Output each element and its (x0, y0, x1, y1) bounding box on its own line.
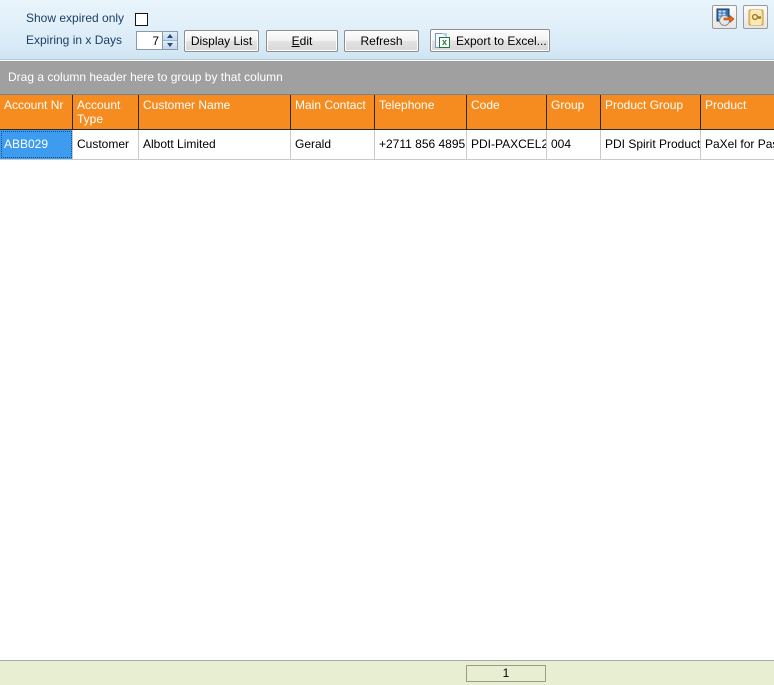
grid-cell[interactable]: PaXel for Paste (701, 130, 774, 159)
stepper-buttons[interactable] (162, 32, 177, 49)
grid-cell[interactable]: Customer (73, 130, 139, 159)
stepper-down-icon[interactable] (163, 40, 177, 49)
edit-label-rest: dit (299, 34, 313, 48)
group-by-hint-text: Drag a column header here to group by th… (8, 70, 283, 84)
grid-header-row: Account Nr Account Type Customer Name Main … (0, 95, 774, 130)
edit-button[interactable]: Edit (266, 30, 338, 52)
data-grid: Account Nr Account Type Customer Name Main … (0, 95, 774, 660)
grid-footer: 1 (0, 660, 774, 685)
folder-key-button[interactable] (743, 5, 768, 29)
excel-icon: x (435, 32, 451, 49)
grid-cell[interactable]: Gerald (291, 130, 375, 159)
grid-cell[interactable]: PDI-PAXCEL200 (467, 130, 547, 159)
refresh-button[interactable]: Refresh (344, 30, 419, 52)
grid-column-header[interactable]: Product (701, 95, 774, 129)
grid-body: ABB029 Customer Albott Limited Gerald +2711 … (0, 130, 774, 160)
grid-column-header[interactable]: Telephone (375, 95, 467, 129)
expiring-in-days-label: Expiring in x Days (26, 33, 123, 47)
grid-cell[interactable]: +2711 856 4895 (375, 130, 467, 159)
grid-column-header[interactable]: Main Contact (291, 95, 375, 129)
display-list-button-label: Display List (190, 34, 253, 48)
grid-column-header[interactable]: Group (547, 95, 601, 129)
refresh-button-label: Refresh (360, 34, 403, 48)
excel-badge-label: x (439, 36, 450, 48)
show-expired-only-label: Show expired only (26, 11, 125, 25)
edit-accel-char: E (291, 34, 300, 48)
grid-arrow-icon (716, 8, 735, 26)
edit-button-label: Edit (292, 34, 313, 48)
group-by-panel[interactable]: Drag a column header here to group by th… (0, 61, 774, 95)
grid-cell[interactable]: Albott Limited (139, 130, 291, 159)
grid-export-button[interactable] (712, 5, 737, 29)
expiring-days-value[interactable]: 7 (137, 32, 162, 49)
grid-column-header[interactable]: Customer Name (139, 95, 291, 129)
grid-column-header[interactable]: Account Nr (0, 95, 73, 129)
show-expired-only-checkbox[interactable] (135, 13, 148, 26)
display-list-button[interactable]: Display List (184, 30, 259, 52)
grid-column-header[interactable]: Code (467, 95, 547, 129)
expiring-days-stepper[interactable]: 7 (136, 31, 178, 50)
filter-toolbar: Show expired only Expiring in x Days 7 D… (0, 0, 774, 60)
export-to-excel-button[interactable]: x Export to Excel... (430, 29, 550, 52)
export-to-excel-button-label: Export to Excel... (456, 33, 547, 48)
table-row[interactable]: ABB029 Customer Albott Limited Gerald +2711 … (0, 130, 774, 160)
pager-page-button[interactable]: 1 (466, 665, 546, 682)
grid-column-header[interactable]: Product Group (601, 95, 701, 129)
grid-cell[interactable]: 004 (547, 130, 601, 159)
stepper-up-icon[interactable] (163, 32, 177, 41)
folder-key-icon (748, 9, 764, 26)
grid-column-header[interactable]: Account Type (73, 95, 139, 129)
grid-cell[interactable]: PDI Spirit Products (601, 130, 701, 159)
grid-cell[interactable]: ABB029 (0, 130, 73, 159)
